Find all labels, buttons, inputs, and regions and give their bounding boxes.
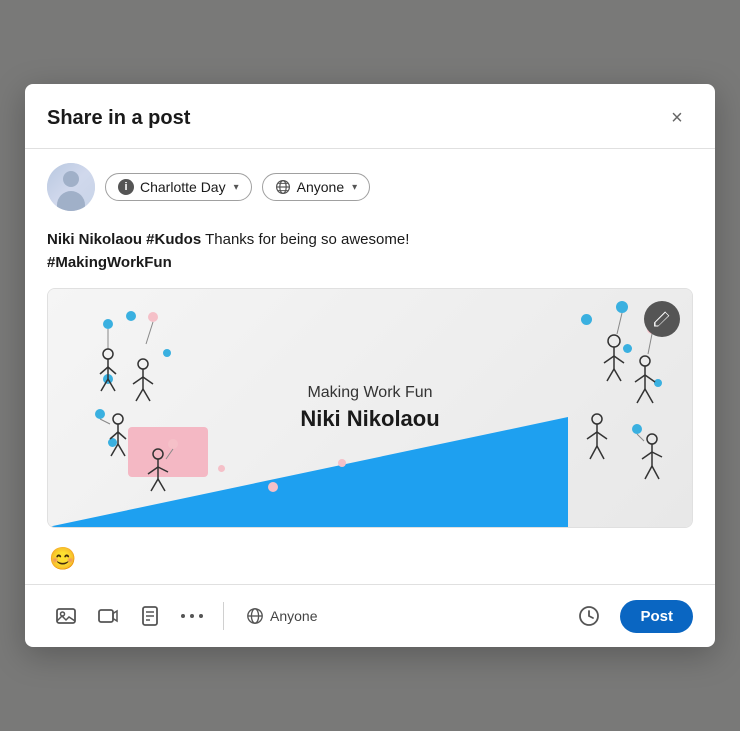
toolbar-divider <box>223 602 224 630</box>
left-people-illustration <box>88 309 188 509</box>
post-body-text: Thanks for being so awesome! <box>201 231 409 248</box>
mention-text: Niki Nikolaou #Kudos <box>47 231 201 248</box>
kudos-card-inner: Making Work Fun Niki Nikolaou <box>48 289 692 527</box>
dot-decoration <box>268 482 278 492</box>
more-dots-icon <box>181 613 203 619</box>
globe-icon <box>275 179 291 195</box>
dot-decoration <box>218 465 225 472</box>
modal-header: Share in a post × <box>25 84 715 149</box>
user-name-dropdown[interactable]: i Charlotte Day ▾ <box>105 173 252 201</box>
add-document-button[interactable] <box>131 597 169 635</box>
audience-label: Anyone <box>297 179 344 195</box>
kudos-card: Making Work Fun Niki Nikolaou <box>47 288 693 528</box>
hashtag-text: #MakingWorkFun <box>47 254 172 271</box>
toolbar-audience-button[interactable]: Anyone <box>236 601 327 631</box>
add-media-button[interactable] <box>47 597 85 635</box>
post-text: Niki Nikolaou #Kudos Thanks for being so… <box>47 229 693 274</box>
info-icon: i <box>118 179 134 195</box>
emoji-row: 😊 <box>25 538 715 584</box>
chevron-down-icon-audience: ▾ <box>352 182 357 193</box>
add-video-button[interactable] <box>89 597 127 635</box>
audience-dropdown[interactable]: Anyone ▾ <box>262 173 371 201</box>
dot-decoration <box>338 459 346 467</box>
clock-icon <box>578 605 600 627</box>
post-button[interactable]: Post <box>620 600 693 633</box>
avatar-image <box>47 163 95 211</box>
post-text-area: Niki Nikolaou #Kudos Thanks for being so… <box>25 221 715 284</box>
kudos-card-name: Niki Nikolaou <box>300 406 439 432</box>
share-post-modal: Share in a post × i Charlotte Day ▾ <box>25 84 715 647</box>
video-icon <box>97 605 119 627</box>
toolbar-audience-label: Anyone <box>270 608 317 624</box>
chevron-down-icon: ▾ <box>234 182 239 193</box>
modal-overlay: Share in a post × i Charlotte Day ▾ <box>0 0 740 731</box>
modal-title: Share in a post <box>47 107 190 130</box>
emoji-button[interactable]: 😊 <box>47 544 78 574</box>
document-icon <box>139 605 161 627</box>
user-name-label: Charlotte Day <box>140 179 226 195</box>
post-toolbar: Anyone Post <box>25 584 715 647</box>
avatar <box>47 163 95 211</box>
schedule-button[interactable] <box>570 597 608 635</box>
kudos-card-subtitle: Making Work Fun <box>300 384 439 402</box>
edit-card-button[interactable] <box>644 301 680 337</box>
image-icon <box>55 605 77 627</box>
pencil-icon <box>653 310 671 328</box>
kudos-card-content: Making Work Fun Niki Nikolaou <box>300 384 439 432</box>
more-options-button[interactable] <box>173 597 211 635</box>
close-button[interactable]: × <box>661 102 693 134</box>
globe-icon-toolbar <box>246 607 264 625</box>
user-row: i Charlotte Day ▾ Anyone ▾ <box>25 149 715 221</box>
